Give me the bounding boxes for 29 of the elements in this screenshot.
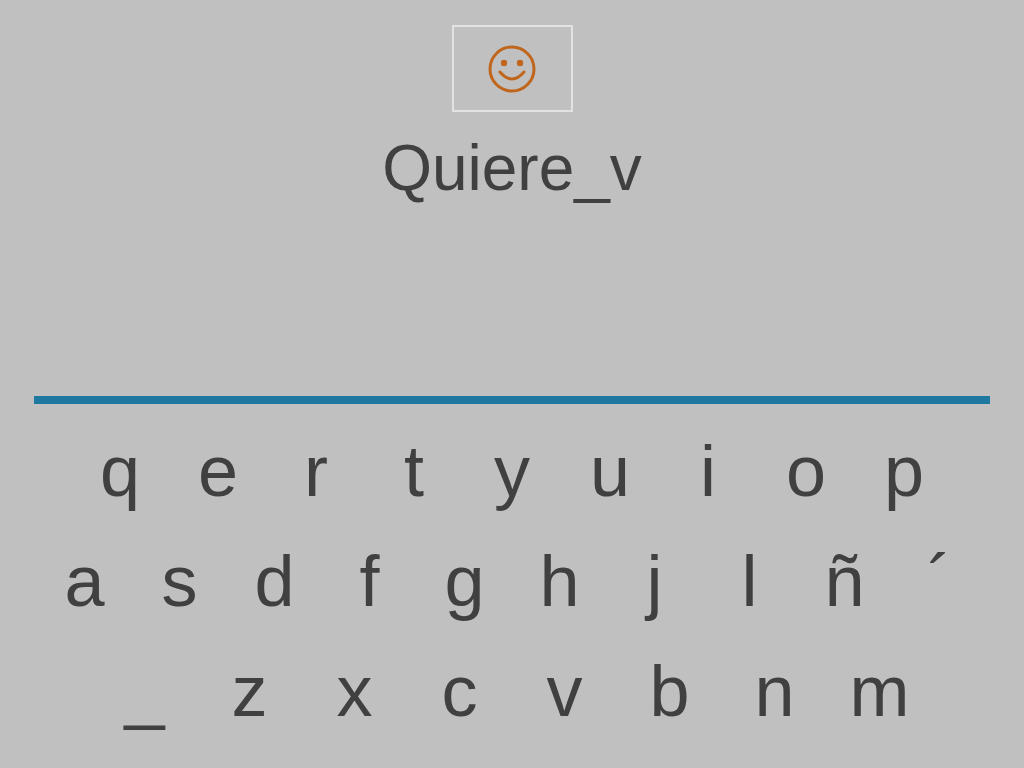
key[interactable]: _ bbox=[92, 641, 197, 741]
key[interactable]: q bbox=[71, 421, 169, 521]
key[interactable]: n bbox=[722, 641, 827, 741]
key[interactable]: h bbox=[512, 531, 607, 631]
key[interactable]: f bbox=[322, 531, 417, 631]
key[interactable]: j bbox=[607, 531, 702, 631]
key[interactable]: ñ bbox=[797, 531, 892, 631]
typed-text: Quiere_v bbox=[382, 131, 642, 206]
key[interactable]: i bbox=[659, 421, 757, 521]
key[interactable]: r bbox=[267, 421, 365, 521]
key[interactable]: o bbox=[757, 421, 855, 521]
key[interactable]: l bbox=[702, 531, 797, 631]
key[interactable]: x bbox=[302, 641, 407, 741]
key[interactable]: ´ bbox=[892, 531, 987, 631]
key[interactable]: c bbox=[407, 641, 512, 741]
key[interactable]: a bbox=[37, 531, 132, 631]
key[interactable]: s bbox=[132, 531, 227, 631]
key[interactable]: z bbox=[197, 641, 302, 741]
smiley-icon bbox=[487, 43, 537, 94]
key[interactable]: y bbox=[463, 421, 561, 521]
key[interactable]: u bbox=[561, 421, 659, 521]
key[interactable]: v bbox=[512, 641, 617, 741]
key[interactable]: p bbox=[855, 421, 953, 521]
key[interactable]: d bbox=[227, 531, 322, 631]
key[interactable]: e bbox=[169, 421, 267, 521]
key[interactable]: t bbox=[365, 421, 463, 521]
key[interactable]: b bbox=[617, 641, 722, 741]
key[interactable]: g bbox=[417, 531, 512, 631]
key[interactable]: m bbox=[827, 641, 932, 741]
